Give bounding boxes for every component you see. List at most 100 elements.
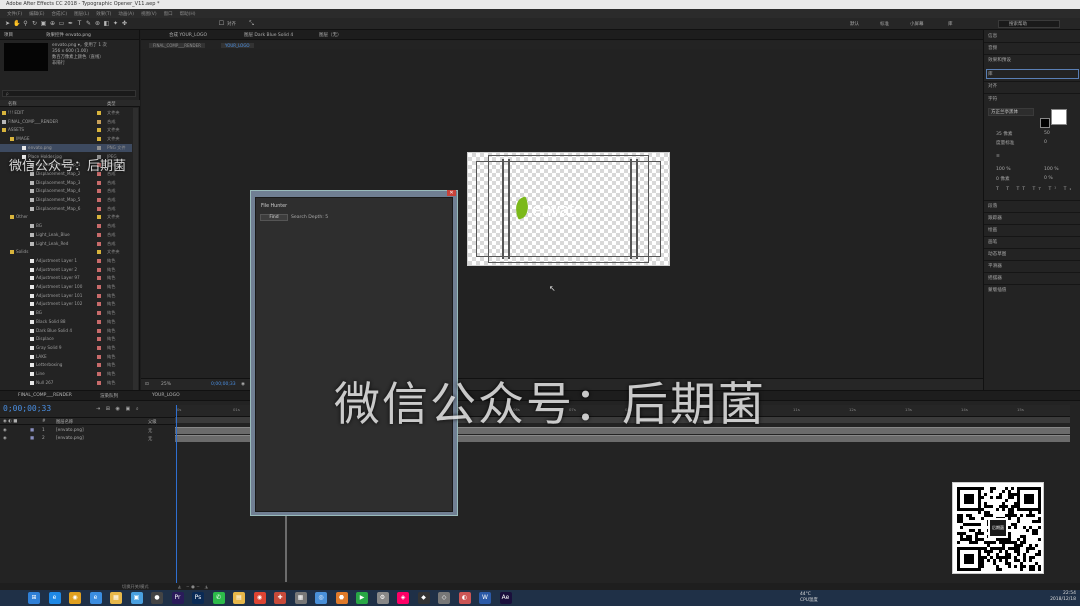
project-item-row[interactable]: Adjustment Layer 101 纯色 xyxy=(0,292,132,300)
label-color-swatch[interactable] xyxy=(97,198,101,202)
label-color-swatch[interactable] xyxy=(97,293,101,298)
tab-render-queue[interactable]: 渲染队列 xyxy=(100,393,118,399)
help-search-input[interactable]: 搜索帮助 xyxy=(998,20,1060,28)
panel-paint[interactable]: 绘画 xyxy=(988,227,997,233)
rotate-tool-icon[interactable]: ↻ xyxy=(31,20,38,27)
panel-tracker[interactable]: 跟踪器 xyxy=(988,215,1002,221)
project-search-input[interactable]: ρ xyxy=(2,90,136,97)
panel-library[interactable]: 库 xyxy=(988,71,993,77)
menu-item[interactable]: 图层(L) xyxy=(74,11,89,17)
snap-icon[interactable]: ⤡ xyxy=(248,20,255,27)
project-item-row[interactable]: Adjustment Layer 97 纯色 xyxy=(0,274,132,282)
find-button[interactable]: Find xyxy=(260,214,288,221)
word-taskbar-icon[interactable]: W xyxy=(479,592,491,604)
label-color-swatch[interactable] xyxy=(97,276,101,281)
panel-align[interactable]: 对齐 xyxy=(988,83,997,89)
pan-behind-tool-icon[interactable]: ⊕ xyxy=(49,20,56,27)
label-color-swatch[interactable] xyxy=(97,302,101,307)
project-item-row[interactable]: Light_Leak_Blue 合成 xyxy=(0,231,132,239)
project-item-row[interactable]: Black Solid 88 纯色 xyxy=(0,318,132,326)
panel-brushes[interactable]: 画笔 xyxy=(988,239,997,245)
panel-effects-presets[interactable]: 效果和预设 xyxy=(988,57,1011,63)
pen-tool-icon[interactable]: ✒ xyxy=(67,20,74,27)
timeline-switches-icons[interactable]: ⇥ ⊞ ◉ ▣ ⌕ xyxy=(96,406,141,412)
label-color-swatch[interactable] xyxy=(97,241,101,246)
menu-item[interactable]: 文件(F) xyxy=(7,11,22,17)
menu-item[interactable]: 帮助(H) xyxy=(180,11,196,17)
label-color-swatch[interactable] xyxy=(97,180,101,185)
selection-tool-icon[interactable]: ➤ xyxy=(4,20,11,27)
chrome-taskbar-icon[interactable]: ◉ xyxy=(69,592,81,604)
app7-taskbar-icon[interactable]: ◈ xyxy=(397,592,409,604)
panel-info[interactable]: 信息 xyxy=(988,33,997,39)
column-type[interactable]: 类型 xyxy=(107,101,116,107)
project-item-row[interactable]: Other 文件夹 xyxy=(0,213,132,221)
project-item-row[interactable]: envato.png PNG 文件 xyxy=(0,143,132,152)
app2-taskbar-icon[interactable]: ▦ xyxy=(294,592,307,604)
current-time-indicator[interactable] xyxy=(176,405,177,585)
puppet-tool-icon[interactable]: ✤ xyxy=(121,20,128,27)
zoom-level[interactable]: 25% xyxy=(161,382,171,387)
tab-effect-controls[interactable]: 效果控件 envato.png xyxy=(46,32,91,38)
app10-taskbar-icon[interactable]: ◐ xyxy=(458,592,471,604)
project-item-row[interactable]: LAKE 纯色 xyxy=(0,353,132,361)
layer-row[interactable]: ◉ ■ 2 [envato.png] 无 xyxy=(0,435,175,443)
label-color-swatch[interactable] xyxy=(97,258,101,263)
panel-mask-interpolation[interactable]: 蒙版插值 xyxy=(988,287,1006,293)
camera-tool-icon[interactable]: ▣ xyxy=(40,20,47,27)
premiere-taskbar-icon[interactable]: Pr xyxy=(171,592,184,604)
close-icon[interactable]: ✕ xyxy=(447,190,456,196)
panel-wiggler[interactable]: 摇摆器 xyxy=(988,275,1002,281)
project-item-row[interactable]: !!! EDIT 文件夹 xyxy=(0,109,132,117)
tracking-value[interactable]: 0 xyxy=(1044,140,1047,145)
clone-tool-icon[interactable]: ⊛ xyxy=(94,20,101,27)
panel-audio[interactable]: 音频 xyxy=(988,45,997,51)
layer-parent[interactable]: 无 xyxy=(148,436,152,442)
label-color-swatch[interactable] xyxy=(97,328,101,333)
project-item-row[interactable]: Displacement_Map_4 合成 xyxy=(0,187,132,195)
layer-parent[interactable]: 无 xyxy=(148,428,152,434)
label-color-swatch[interactable] xyxy=(97,311,101,316)
menu-item[interactable]: 视图(V) xyxy=(141,11,157,17)
eraser-tool-icon[interactable]: ◧ xyxy=(103,20,110,27)
col-layer-name[interactable]: 图层名称 xyxy=(56,419,73,425)
label-color-swatch[interactable] xyxy=(97,372,101,376)
project-scrollbar[interactable] xyxy=(133,108,138,408)
project-item-row[interactable]: ASSETS 文件夹 xyxy=(0,126,132,134)
horizontal-scale-value[interactable]: 100 % xyxy=(1044,167,1059,172)
menu-item[interactable]: 窗口 xyxy=(164,11,173,17)
folder-taskbar-icon[interactable]: ▤ xyxy=(233,592,245,604)
windows-taskbar-icon[interactable]: ⊞ xyxy=(28,592,40,604)
app8-taskbar-icon[interactable]: ◆ xyxy=(417,592,430,604)
project-item-row[interactable]: Adjustment Layer 2 纯色 xyxy=(0,266,132,274)
panel-motion-sketch[interactable]: 动态草图 xyxy=(988,251,1006,257)
project-item-row[interactable]: Light_Leak_Red 合成 xyxy=(0,240,132,248)
workspace-small-screen[interactable]: 小屏幕 xyxy=(910,21,924,27)
roto-tool-icon[interactable]: ✦ xyxy=(112,20,119,27)
project-item-row[interactable]: Adjustment Layer 102 纯色 xyxy=(0,300,132,308)
label-color-swatch[interactable] xyxy=(97,224,101,229)
kerning-value[interactable]: 度量标准 xyxy=(996,140,1014,146)
project-item-row[interactable]: Adjustment Layer 1 纯色 xyxy=(0,257,132,265)
label-color-swatch[interactable] xyxy=(97,145,101,150)
label-color-swatch[interactable] xyxy=(97,111,101,115)
visibility-icon[interactable]: ◉ xyxy=(3,428,7,433)
layer-row[interactable]: ◉ ■ 1 [envato.png] 无 xyxy=(0,427,175,435)
crumb-your-logo[interactable]: YOUR_LOGO xyxy=(221,43,254,48)
explorer-taskbar-icon[interactable]: ▦ xyxy=(110,592,122,604)
layer-name[interactable]: [envato.png] xyxy=(56,436,84,441)
fill-color-swatch[interactable] xyxy=(1051,109,1067,125)
col-parent[interactable]: 父级 xyxy=(148,419,157,425)
label-color-swatch[interactable] xyxy=(97,380,101,385)
chrome2-taskbar-icon[interactable]: ◉ xyxy=(253,592,266,604)
label-color-swatch[interactable] xyxy=(97,137,101,142)
menu-item[interactable]: 编辑(E) xyxy=(29,11,44,17)
label-color-swatch[interactable] xyxy=(97,215,101,220)
project-item-row[interactable]: BG 纯色 xyxy=(0,309,132,317)
visibility-icon[interactable]: ◉ xyxy=(3,436,7,441)
label-color-swatch[interactable] xyxy=(97,267,101,272)
tab-composition[interactable]: 合成 YOUR_LOGO xyxy=(169,32,207,38)
label-color-swatch[interactable] xyxy=(97,363,101,368)
menu-item[interactable]: 动画(A) xyxy=(118,11,134,17)
system-clock[interactable]: 22:54 2018/12/18 xyxy=(1050,591,1076,603)
